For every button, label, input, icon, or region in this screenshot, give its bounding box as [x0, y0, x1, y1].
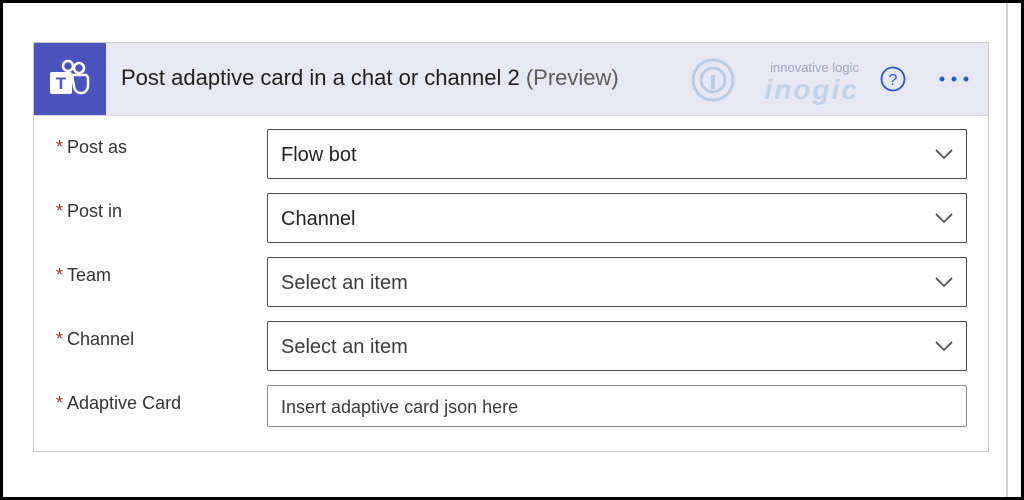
inogic-watermark-logo: innovative logic inogic	[689, 53, 864, 105]
field-row-adaptive-card: * Adaptive Card Insert adaptive card json…	[34, 385, 988, 437]
preview-tag: (Preview)	[525, 65, 619, 90]
channel-label-text: Channel	[67, 329, 135, 349]
required-asterisk: *	[56, 137, 64, 157]
adaptive-card-input[interactable]: Insert adaptive card json here	[267, 385, 967, 427]
svg-text:?: ?	[889, 72, 898, 89]
action-title: Post adaptive card in a chat or channel …	[121, 65, 619, 91]
field-row-channel: * Channel Select an item	[34, 321, 988, 373]
post-as-value: Flow bot	[281, 144, 357, 166]
required-asterisk: *	[56, 201, 64, 221]
channel-label: * Channel	[56, 329, 134, 350]
chevron-down-icon	[935, 213, 953, 224]
post-as-label-text: Post as	[67, 137, 128, 157]
action-title-text: Post adaptive card in a chat or channel …	[121, 65, 520, 90]
chevron-down-icon	[935, 341, 953, 352]
field-row-post-in: * Post in Channel	[34, 193, 988, 245]
channel-dropdown[interactable]: Select an item	[267, 321, 967, 371]
post-as-label: * Post as	[56, 137, 127, 158]
post-as-dropdown[interactable]: Flow bot	[267, 129, 967, 179]
team-value: Select an item	[281, 272, 408, 294]
team-label: * Team	[56, 265, 111, 286]
channel-value: Select an item	[281, 336, 408, 358]
post-in-dropdown[interactable]: Channel	[267, 193, 967, 243]
adaptive-card-placeholder: Insert adaptive card json here	[281, 397, 519, 417]
required-asterisk: *	[56, 393, 64, 413]
post-in-label: * Post in	[56, 201, 122, 222]
window-divider	[1006, 3, 1008, 497]
adaptive-card-label: * Adaptive Card	[56, 393, 181, 414]
field-row-team: * Team Select an item	[34, 257, 988, 309]
card-header[interactable]: T Post adaptive card in a chat or channe…	[34, 43, 988, 116]
teams-icon: T	[34, 43, 106, 115]
chevron-down-icon	[935, 149, 953, 160]
chevron-down-icon	[935, 277, 953, 288]
svg-text:T: T	[56, 74, 67, 93]
field-row-post-as: * Post as Flow bot	[34, 129, 988, 181]
action-card: T Post adaptive card in a chat or channe…	[33, 42, 989, 452]
adaptive-card-label-text: Adaptive Card	[67, 393, 182, 413]
post-in-value: Channel	[281, 208, 356, 230]
watermark-brand: inogic	[765, 74, 859, 105]
required-asterisk: *	[56, 265, 64, 285]
more-options-icon[interactable]	[934, 67, 974, 91]
required-asterisk: *	[56, 329, 64, 349]
help-icon[interactable]: ?	[879, 65, 907, 93]
team-dropdown[interactable]: Select an item	[267, 257, 967, 307]
post-in-label-text: Post in	[67, 201, 123, 221]
watermark-tagline: innovative logic	[770, 60, 859, 75]
team-label-text: Team	[67, 265, 112, 285]
